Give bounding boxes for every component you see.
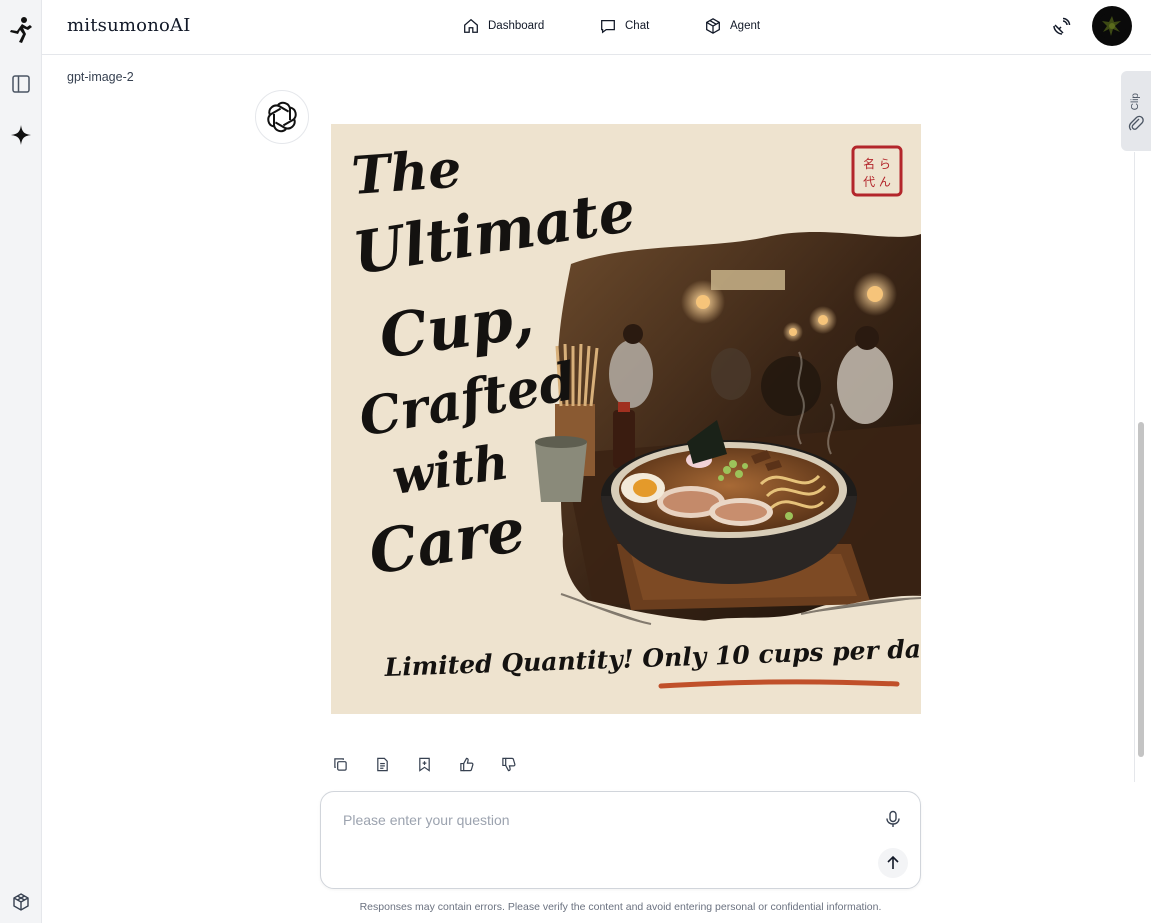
scrollbar-track[interactable] <box>1134 152 1148 782</box>
cube-icon <box>706 18 720 34</box>
paperclip-icon <box>1128 115 1144 131</box>
sidebar-panel-icon[interactable] <box>7 70 35 98</box>
headline-line-1: The <box>350 138 464 206</box>
openai-logo-icon <box>255 90 309 144</box>
scrollbar-thumb[interactable] <box>1138 422 1144 757</box>
nav-chat-label: Chat <box>625 20 650 32</box>
left-rail <box>0 0 42 923</box>
thumbs-down-icon[interactable] <box>499 755 517 773</box>
user-avatar[interactable] <box>1092 6 1132 46</box>
copy-icon[interactable] <box>331 755 349 773</box>
brand-name[interactable]: mitsumonoAI <box>67 15 191 36</box>
nav-chat[interactable]: Chat <box>599 14 649 38</box>
nav-agent[interactable]: Agent <box>704 14 760 38</box>
sparkle-icon[interactable] <box>7 121 35 149</box>
clip-label: Clip <box>1130 93 1141 111</box>
question-input[interactable] <box>343 812 863 852</box>
svg-text:名 ら: 名 ら <box>863 156 891 171</box>
message-actions <box>331 755 517 773</box>
svg-text:代 ん: 代 ん <box>863 175 891 189</box>
nav-dashboard-label: Dashboard <box>488 20 545 32</box>
clip-tab[interactable]: Clip <box>1121 71 1151 151</box>
generated-image[interactable]: The Ultimate Cup, Crafted with Care 名 ら … <box>331 124 921 714</box>
bookmark-icon[interactable] <box>415 755 433 773</box>
satellite-signal-icon[interactable] <box>1048 14 1074 40</box>
cube-settings-icon[interactable] <box>7 888 35 916</box>
nav-dashboard[interactable]: Dashboard <box>462 14 544 38</box>
chat-bubble-icon <box>601 19 615 34</box>
thumbs-up-icon[interactable] <box>457 755 475 773</box>
model-name-label: gpt-image-2 <box>67 70 134 84</box>
home-icon <box>464 18 478 33</box>
nav-agent-label: Agent <box>730 20 761 32</box>
arrow-up-icon <box>887 855 899 869</box>
document-icon[interactable] <box>373 755 391 773</box>
send-button[interactable] <box>878 848 908 878</box>
chat-input-box <box>320 791 921 889</box>
top-bar: mitsumonoAI Dashboard Chat Agent <box>42 0 1151 55</box>
microphone-icon[interactable] <box>882 808 904 830</box>
disclaimer-text: Responses may contain errors. Please ver… <box>359 901 882 913</box>
running-ninja-icon[interactable] <box>7 16 35 44</box>
app-root: mitsumonoAI Dashboard Chat Agent gpt-ima… <box>0 0 1151 923</box>
